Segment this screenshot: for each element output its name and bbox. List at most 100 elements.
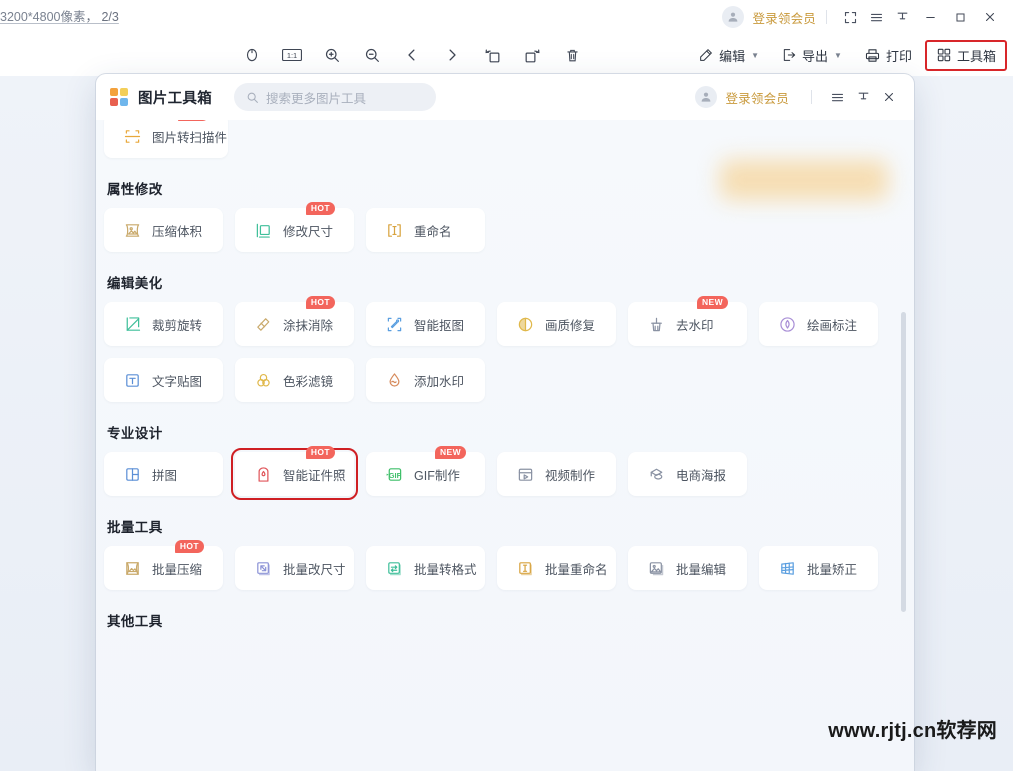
tool-card[interactable]: 去水印 NEW bbox=[628, 296, 747, 346]
vip-login-link[interactable]: 登录领会员 bbox=[725, 88, 789, 107]
pin-icon[interactable] bbox=[850, 84, 876, 110]
close-icon[interactable] bbox=[876, 84, 902, 110]
zoom-out-icon[interactable] bbox=[358, 41, 386, 69]
tool-card[interactable]: 画质修复 bbox=[497, 302, 616, 346]
tool-card[interactable]: 添加水印 bbox=[366, 358, 485, 402]
tool-card[interactable]: 裁剪旋转 bbox=[104, 302, 223, 346]
tool-card[interactable]: 涂抹消除 HOT bbox=[235, 296, 354, 346]
tool-card-label: 重命名 bbox=[414, 224, 452, 239]
tool-card-label: 拼图 bbox=[152, 468, 178, 483]
previous-page-icon[interactable] bbox=[398, 41, 426, 69]
rotate-right-icon[interactable] bbox=[518, 41, 546, 69]
tool-card[interactable]: 批量编辑 bbox=[628, 546, 747, 590]
batch-convert-icon bbox=[383, 557, 405, 579]
hamburger-menu-icon[interactable] bbox=[824, 84, 850, 110]
tool-card[interactable]: 重命名 bbox=[366, 208, 485, 252]
tool-card[interactable]: 绘画标注 bbox=[759, 302, 878, 346]
user-avatar-icon[interactable] bbox=[722, 6, 745, 28]
tool-card-label: 批量重命名 bbox=[545, 562, 608, 577]
tool-card-label: 压缩体积 bbox=[152, 224, 203, 239]
scrollbar[interactable] bbox=[901, 126, 906, 765]
tool-card[interactable]: 压缩体积 bbox=[104, 208, 223, 252]
color-filter-icon bbox=[252, 369, 274, 391]
file-meta-info: 3200*4800像素， 2/3 bbox=[0, 6, 119, 25]
scrollbar-thumb[interactable] bbox=[901, 312, 906, 612]
tool-card[interactable]: 修改尺寸 HOT bbox=[235, 202, 354, 252]
tool-section-attributes: 属性修改 压缩体积 修改尺寸 HOT 重命名 bbox=[104, 178, 890, 252]
maximize-icon[interactable] bbox=[945, 4, 975, 30]
batch-rename-icon bbox=[514, 557, 536, 579]
hamburger-menu-icon[interactable] bbox=[863, 4, 889, 30]
tool-card[interactable]: 智能抠图 bbox=[366, 302, 485, 346]
vip-login-link[interactable]: 登录领会员 bbox=[752, 8, 816, 27]
svg-text:1:1: 1:1 bbox=[287, 51, 297, 60]
tool-card[interactable]: 图片转扫描件 NEW bbox=[104, 120, 229, 158]
remove-watermark-icon bbox=[645, 313, 667, 335]
host-toolbar: 1:1 编辑 ▼ 导出 ▼ 打印 工具箱 bbox=[0, 34, 1013, 76]
tool-card[interactable]: 批量重命名 bbox=[497, 546, 616, 590]
tool-card[interactable]: 智能证件照 HOT bbox=[231, 446, 358, 500]
tool-card[interactable]: 拼图 bbox=[104, 452, 223, 496]
pin-icon[interactable] bbox=[889, 4, 915, 30]
viewer-toolbar-group: 1:1 bbox=[238, 34, 586, 76]
watermark-text: www.rjtj.cn软荐网 bbox=[828, 720, 997, 742]
app-root: 3200*4800像素， 2/3 登录领会员 1:1 编辑 ▼ 导出 ▼ 打印 … bbox=[0, 0, 1013, 771]
scan-document-icon bbox=[121, 125, 143, 147]
delete-icon[interactable] bbox=[558, 41, 586, 69]
app-logo-icon bbox=[110, 88, 128, 106]
tool-card[interactable]: 批量转格式 bbox=[366, 546, 485, 590]
tool-card[interactable]: 批量矫正 bbox=[759, 546, 878, 590]
tool-card[interactable]: 批量压缩 HOT bbox=[104, 540, 223, 590]
toolbox-button[interactable]: 工具箱 bbox=[924, 39, 1007, 71]
rotate-left-icon[interactable] bbox=[478, 41, 506, 69]
divider bbox=[811, 90, 812, 104]
edit-button[interactable]: 编辑 ▼ bbox=[689, 41, 768, 70]
smart-cutout-icon bbox=[383, 313, 405, 335]
batch-edit-icon bbox=[645, 557, 667, 579]
tool-card-label: 批量转格式 bbox=[414, 562, 477, 577]
tool-card-label: 视频制作 bbox=[545, 468, 596, 483]
export-button[interactable]: 导出 ▼ bbox=[772, 41, 851, 70]
image-quality-icon bbox=[514, 313, 536, 335]
badge-new: NEW bbox=[177, 120, 210, 121]
minimize-icon[interactable] bbox=[915, 4, 945, 30]
tool-card[interactable]: 电商海报 bbox=[628, 452, 747, 496]
actual-size-icon[interactable]: 1:1 bbox=[278, 41, 306, 69]
toolbox-window: 图片工具箱 搜索更多图片工具 登录领会员 图片转扫描件 属性修改 压缩体积 修改… bbox=[96, 74, 914, 771]
tool-grid: 裁剪旋转 涂抹消除 HOT 智能抠图 画质修复 去水印 NEW 绘画标注文字贴图 色彩滤镜 添加水… bbox=[104, 296, 890, 402]
tool-card-label: 智能证件照 bbox=[283, 468, 346, 483]
close-icon[interactable] bbox=[975, 4, 1005, 30]
tool-section-conversion: 高级打印P图片转PDFW图片转文字格式转换译图片翻译ACAD转图片图片转扫描件N… bbox=[104, 120, 890, 158]
tool-card-label: 画质修复 bbox=[545, 318, 596, 333]
chevron-down-icon: ▼ bbox=[834, 50, 842, 60]
search-input[interactable]: 搜索更多图片工具 bbox=[234, 83, 436, 111]
tool-card-label: 批量改尺寸 bbox=[283, 562, 346, 577]
page-indicator: ， 2/3 bbox=[85, 10, 119, 24]
tool-card-label: 图片转扫描件 bbox=[152, 130, 228, 145]
tool-card[interactable]: 批量改尺寸 bbox=[235, 546, 354, 590]
next-page-icon[interactable] bbox=[438, 41, 466, 69]
tool-card-label: 裁剪旋转 bbox=[152, 318, 203, 333]
tool-card[interactable]: 色彩滤镜 bbox=[235, 358, 354, 402]
file-dimensions: 3200*4800像素 bbox=[0, 10, 86, 24]
section-title: 批量工具 bbox=[107, 520, 163, 535]
resize-icon bbox=[252, 219, 274, 241]
chevron-down-icon: ▼ bbox=[751, 50, 760, 60]
batch-compress-icon bbox=[121, 557, 143, 579]
tool-card[interactable]: 文字贴图 bbox=[104, 358, 223, 402]
badge-hot: HOT bbox=[305, 296, 335, 309]
toolbox-header-actions: 登录领会员 bbox=[695, 84, 902, 110]
mouse-mode-icon[interactable] bbox=[238, 41, 266, 69]
host-titlebar: 3200*4800像素， 2/3 登录领会员 bbox=[0, 0, 1013, 34]
id-photo-icon bbox=[252, 463, 274, 485]
user-avatar-icon[interactable] bbox=[695, 86, 718, 108]
search-placeholder: 搜索更多图片工具 bbox=[266, 91, 367, 106]
zoom-in-icon[interactable] bbox=[318, 41, 346, 69]
toolbox-scroll-area[interactable]: 高级打印P图片转PDFW图片转文字格式转换译图片翻译ACAD转图片图片转扫描件N… bbox=[96, 120, 914, 771]
print-button[interactable]: 打印 bbox=[855, 41, 921, 70]
fullscreen-icon[interactable] bbox=[837, 4, 863, 30]
tool-card[interactable]: 视频制作 bbox=[497, 452, 616, 496]
toolbox-title: 图片工具箱 bbox=[138, 90, 212, 107]
tool-card-label: 文字贴图 bbox=[152, 374, 203, 389]
tool-card[interactable]: GIF GIF制作 NEW bbox=[366, 446, 485, 496]
